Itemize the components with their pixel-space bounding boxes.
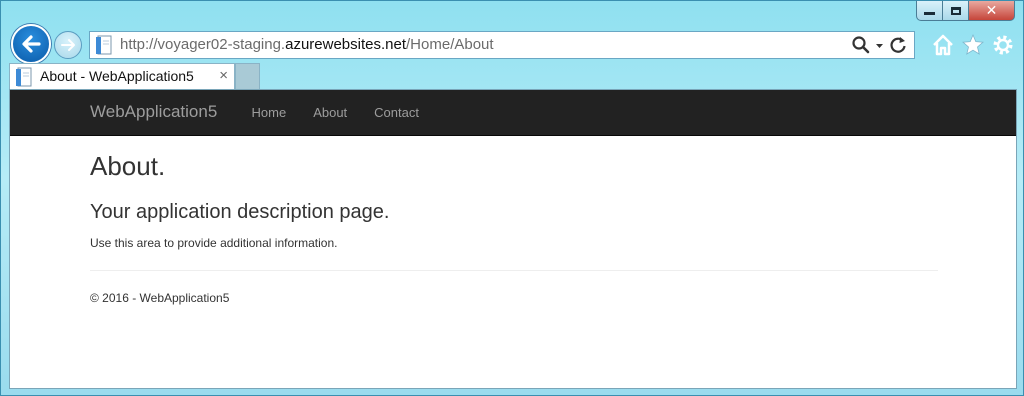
close-icon: ✕ bbox=[985, 2, 998, 19]
dropdown-icon[interactable] bbox=[875, 35, 884, 55]
browser-window: ✕ http://voyager02-staging.azurewebsites… bbox=[0, 0, 1024, 396]
page-icon bbox=[96, 35, 112, 55]
minimize-button[interactable] bbox=[916, 1, 943, 21]
favorites-icon[interactable] bbox=[961, 33, 985, 57]
page-viewport: WebApplication5 Home About Contact About… bbox=[9, 89, 1017, 389]
nav-link-contact[interactable]: Contact bbox=[361, 90, 433, 136]
page-title: About. bbox=[90, 151, 166, 181]
site-navbar: WebApplication5 Home About Contact bbox=[10, 90, 1016, 136]
minimize-icon bbox=[924, 12, 935, 15]
address-tools bbox=[851, 35, 908, 55]
address-bar[interactable]: http://voyager02-staging.azurewebsites.n… bbox=[89, 31, 915, 59]
forward-icon bbox=[61, 39, 75, 51]
url-domain: azurewebsites.net bbox=[285, 36, 407, 53]
url-path: /Home/About bbox=[406, 36, 494, 53]
site-nav: Home About Contact bbox=[238, 90, 432, 136]
tab-active[interactable]: About - WebApplication5 × bbox=[9, 63, 235, 89]
divider bbox=[90, 270, 938, 271]
page-info: Use this area to provide additional info… bbox=[90, 236, 338, 250]
window-controls: ✕ bbox=[916, 1, 1015, 22]
forward-button[interactable] bbox=[54, 31, 82, 59]
maximize-button[interactable] bbox=[943, 1, 969, 21]
new-tab-button[interactable] bbox=[235, 63, 260, 89]
site-brand[interactable]: WebApplication5 bbox=[90, 102, 217, 122]
search-icon[interactable] bbox=[851, 35, 871, 55]
page-subtitle: Your application description page. bbox=[90, 201, 390, 223]
tab-title: About - WebApplication5 bbox=[40, 68, 194, 84]
url-prefix: http://voyager02-staging. bbox=[120, 36, 286, 53]
back-icon bbox=[22, 35, 41, 53]
settings-icon[interactable] bbox=[991, 33, 1015, 57]
maximize-icon bbox=[950, 6, 961, 15]
back-button[interactable] bbox=[11, 24, 51, 64]
tab-page-icon bbox=[16, 67, 32, 87]
page-footer: © 2016 - WebApplication5 bbox=[90, 291, 230, 305]
browser-toolbar bbox=[931, 33, 1015, 57]
close-button[interactable]: ✕ bbox=[969, 1, 1015, 21]
tab-close-icon[interactable]: × bbox=[219, 67, 228, 84]
nav-link-about[interactable]: About bbox=[300, 90, 361, 136]
url-text[interactable]: http://voyager02-staging.azurewebsites.n… bbox=[120, 36, 494, 53]
nav-link-home[interactable]: Home bbox=[238, 90, 300, 136]
home-icon[interactable] bbox=[931, 33, 955, 57]
refresh-icon[interactable] bbox=[888, 35, 908, 55]
